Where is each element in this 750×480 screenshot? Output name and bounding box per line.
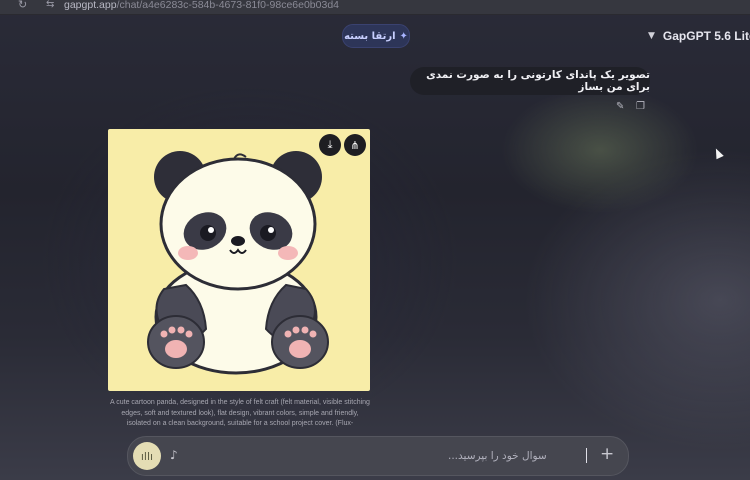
- upgrade-label: ارتقا بسته: [344, 30, 396, 42]
- url-path: /chat/a4e6283c-584b-4673-81f0-98ce6e0b03…: [116, 0, 339, 11]
- message-composer: ıllı ♪ +: [127, 436, 629, 476]
- reload-icon[interactable]: ↻: [18, 0, 27, 11]
- model-name: GapGPT 5.6 Lite: [662, 29, 750, 43]
- model-selector[interactable]: ▼ GapGPT 5.6 Lite: [648, 29, 750, 43]
- url-domain: gapgpt.app: [64, 0, 117, 11]
- panda-right-paw-pad: [289, 340, 311, 358]
- browser-address-bar: ↻ ⇆ gapgpt.app/chat/a4e6283c-584b-4673-8…: [0, 0, 750, 15]
- share-button[interactable]: ⋔: [344, 134, 366, 156]
- panda-illustration: [147, 151, 329, 375]
- panda-head: [159, 157, 317, 291]
- panda-left-paw-pad: [165, 340, 187, 358]
- user-message-bubble: تصویر یک پاندای کارتونی را به صورت نمدی …: [410, 67, 650, 95]
- pencil-icon[interactable]: ✎: [616, 101, 624, 112]
- user-message-text: تصویر یک پاندای کارتونی را به صورت نمدی …: [426, 69, 650, 93]
- mic-icon[interactable]: ♪: [170, 448, 178, 462]
- share-icon: ⋔: [350, 138, 360, 152]
- plus-icon[interactable]: +: [600, 444, 614, 464]
- sparkle-icon: ✦: [399, 30, 408, 42]
- text-caret: [586, 448, 587, 463]
- voice-wave-icon: ıllı: [140, 449, 154, 463]
- voice-mode-button[interactable]: ıllı: [133, 442, 161, 470]
- panda-left-cheek: [178, 246, 198, 260]
- generated-image[interactable]: ⤓ ⋔: [108, 129, 370, 391]
- panda-nose: [231, 236, 245, 246]
- panda-right-cheek: [278, 246, 298, 260]
- copy-icon[interactable]: ❐: [636, 101, 645, 112]
- download-icon: ⤓: [327, 138, 333, 151]
- chevron-down-icon: ▼: [648, 31, 655, 41]
- url-field[interactable]: gapgpt.app/chat/a4e6283c-584b-4673-81f0-…: [64, 0, 339, 11]
- site-info-icon[interactable]: ⇆: [46, 0, 54, 10]
- download-button[interactable]: ⤓: [319, 134, 341, 156]
- message-input[interactable]: [448, 446, 588, 466]
- mouse-cursor-icon: [712, 146, 724, 160]
- image-caption: A cute cartoon panda, designed in the st…: [110, 399, 370, 427]
- upgrade-button[interactable]: ارتقا بسته ✦: [342, 24, 410, 48]
